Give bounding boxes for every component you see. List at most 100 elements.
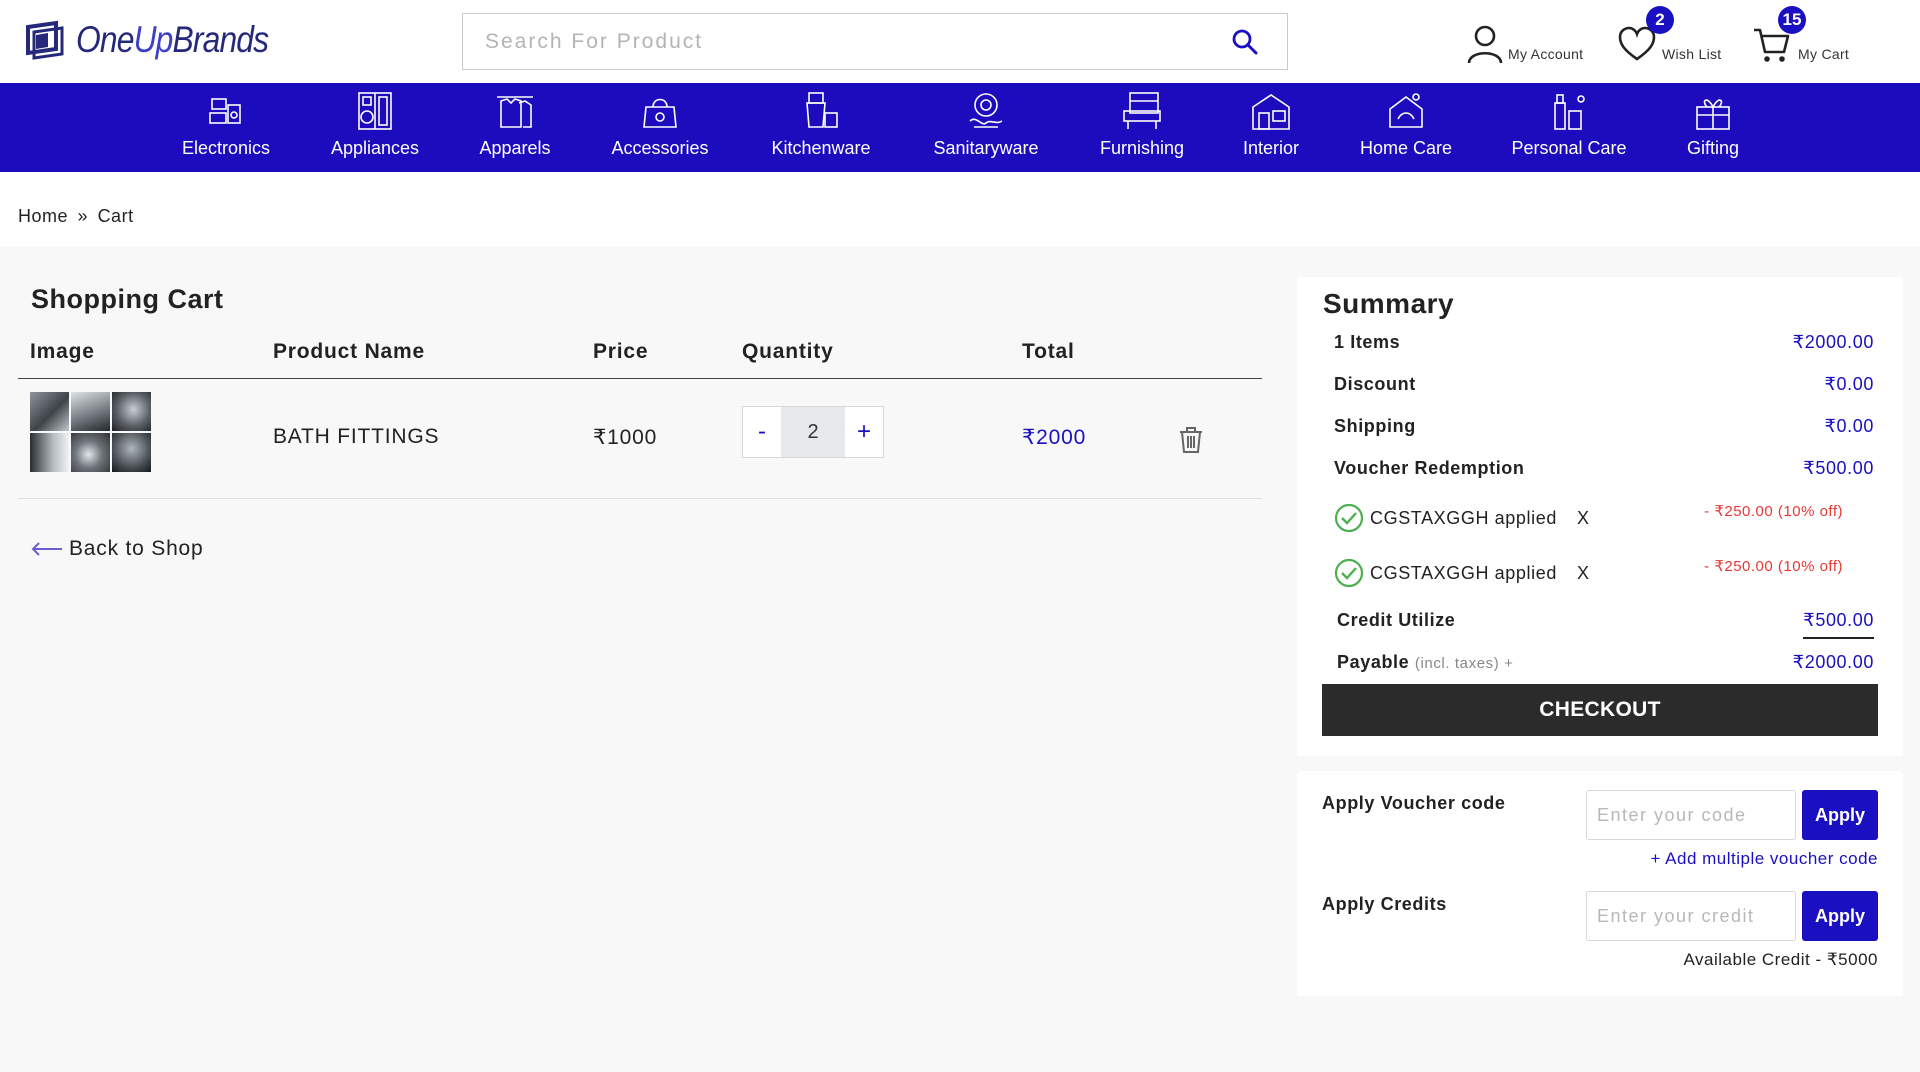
voucher-code-text: CGSTAXGGH applied bbox=[1370, 507, 1557, 528]
quantity-increase-button[interactable]: + bbox=[845, 407, 883, 457]
applied-voucher: CGSTAXGGH applied X bbox=[1334, 501, 1589, 535]
category-label: Interior bbox=[1242, 138, 1300, 158]
apply-credits-button[interactable]: Apply bbox=[1802, 891, 1878, 941]
quantity-value[interactable]: 2 bbox=[781, 407, 845, 457]
summary-shipping-label: Shipping bbox=[1334, 416, 1416, 436]
category-gifting[interactable]: Gifting bbox=[1684, 83, 1742, 172]
wishlist-label: Wish List bbox=[1662, 46, 1722, 62]
user-icon bbox=[1467, 25, 1503, 64]
arrow-left-icon bbox=[31, 542, 62, 556]
column-header-total: Total bbox=[1022, 340, 1075, 363]
summary-payable-value: ₹2000.00 bbox=[1792, 652, 1874, 672]
check-circle-icon bbox=[1334, 558, 1364, 588]
summary-items-label: 1 Items bbox=[1334, 332, 1401, 352]
search-input[interactable] bbox=[463, 14, 1223, 69]
summary-credit-value: ₹500.00 bbox=[1803, 610, 1874, 639]
cart-count-badge: 15 bbox=[1778, 6, 1806, 34]
quantity-stepper: - 2 + bbox=[742, 406, 884, 458]
wishlist-count-badge: 2 bbox=[1646, 6, 1674, 34]
my-cart-link[interactable]: 15 My Cart bbox=[1752, 6, 1850, 64]
voucher-code-text: CGSTAXGGH applied bbox=[1370, 562, 1557, 583]
remove-voucher-button[interactable]: X bbox=[1577, 563, 1589, 584]
summary-discount-label: Discount bbox=[1334, 374, 1416, 394]
voucher-code-input[interactable] bbox=[1586, 790, 1796, 840]
check-circle-icon bbox=[1334, 503, 1364, 533]
brand-logo[interactable]: OneUpBrands bbox=[22, 16, 299, 64]
category-sanitaryware[interactable]: Sanitaryware bbox=[928, 83, 1044, 172]
category-label: Electronics bbox=[181, 138, 271, 158]
credit-input[interactable] bbox=[1586, 891, 1796, 941]
payable-note: (incl. taxes) + bbox=[1414, 655, 1514, 672]
category-label: Appliances bbox=[330, 138, 420, 158]
electronics-icon bbox=[209, 98, 241, 124]
category-label: Apparels bbox=[479, 138, 551, 158]
column-header-image: Image bbox=[30, 340, 95, 363]
column-header-product: Product Name bbox=[273, 340, 425, 363]
voucher-discount-amount: - ₹250.00 (10% off) bbox=[1704, 503, 1843, 520]
applied-voucher: CGSTAXGGH applied X bbox=[1334, 556, 1589, 590]
remove-voucher-button[interactable]: X bbox=[1577, 508, 1589, 529]
product-price: ₹1000 bbox=[593, 426, 658, 449]
summary-voucher-label: Voucher Redemption bbox=[1334, 458, 1525, 478]
back-to-shop-label: Back to Shop bbox=[69, 537, 204, 560]
breadcrumb: Home » Cart bbox=[18, 206, 134, 227]
top-header: OneUpBrands My Account 2 Wish List bbox=[0, 0, 1920, 83]
checkout-button[interactable]: CHECKOUT bbox=[1322, 684, 1878, 736]
accessories-icon bbox=[643, 98, 677, 128]
category-appliances[interactable]: Appliances bbox=[324, 83, 426, 172]
category-home-care[interactable]: Home Care bbox=[1354, 83, 1458, 172]
voucher-discount-amount: - ₹250.00 (10% off) bbox=[1704, 558, 1843, 575]
product-thumbnail[interactable] bbox=[30, 392, 151, 472]
category-label: Personal Care bbox=[1511, 138, 1627, 158]
back-to-shop-link[interactable]: Back to Shop bbox=[31, 537, 204, 561]
apply-credits-label: Apply Credits bbox=[1322, 894, 1447, 914]
summary-shipping-value: ₹0.00 bbox=[1824, 416, 1874, 436]
product-name[interactable]: BATH FITTINGS bbox=[273, 425, 439, 449]
my-cart-label: My Cart bbox=[1798, 46, 1850, 62]
apply-voucher-button[interactable]: Apply bbox=[1802, 790, 1878, 840]
category-label: Sanitaryware bbox=[933, 138, 1039, 158]
trash-icon[interactable] bbox=[1178, 426, 1204, 454]
column-header-quantity: Quantity bbox=[742, 340, 834, 363]
breadcrumb-separator: » bbox=[77, 206, 89, 226]
home-care-icon bbox=[1389, 93, 1423, 128]
summary-payable-label: Payable (incl. taxes) + bbox=[1337, 652, 1514, 672]
my-account-link[interactable]: My Account bbox=[1466, 20, 1583, 64]
category-apparels[interactable]: Apparels bbox=[474, 83, 556, 172]
breadcrumb-bar: Home » Cart bbox=[0, 172, 1920, 246]
table-header-divider bbox=[18, 378, 1262, 379]
heart-icon bbox=[1618, 26, 1656, 61]
category-kitchenware[interactable]: Kitchenware bbox=[766, 83, 876, 172]
quantity-decrease-button[interactable]: - bbox=[743, 407, 781, 457]
summary-voucher-value: ₹500.00 bbox=[1803, 458, 1874, 478]
summary-items-value: ₹2000.00 bbox=[1792, 332, 1874, 352]
category-accessories[interactable]: Accessories bbox=[604, 83, 716, 172]
cart-title: Shopping Cart bbox=[31, 284, 224, 314]
apply-voucher-label: Apply Voucher code bbox=[1322, 793, 1506, 813]
apparels-icon bbox=[497, 96, 533, 128]
interior-icon bbox=[1252, 94, 1290, 130]
search-bar bbox=[462, 13, 1288, 70]
category-label: Furnishing bbox=[1099, 138, 1185, 158]
add-multiple-voucher-link[interactable]: + Add multiple voucher code bbox=[1650, 849, 1878, 869]
summary-title: Summary bbox=[1323, 288, 1455, 319]
sanitaryware-icon bbox=[969, 93, 1003, 128]
search-icon[interactable] bbox=[1231, 28, 1259, 56]
category-personal-care[interactable]: Personal Care bbox=[1508, 83, 1630, 172]
category-nav: Electronics Appliances Apparels Accessor… bbox=[0, 83, 1920, 172]
table-row-divider bbox=[18, 498, 1262, 499]
category-label: Home Care bbox=[1359, 138, 1453, 158]
category-furnishing[interactable]: Furnishing bbox=[1096, 83, 1188, 172]
logo-text: OneUpBrands bbox=[76, 19, 269, 60]
gifting-icon bbox=[1696, 99, 1730, 130]
category-label: Gifting bbox=[1686, 138, 1740, 158]
line-total: ₹2000 bbox=[1022, 426, 1087, 449]
summary-credit-label: Credit Utilize bbox=[1337, 610, 1456, 630]
breadcrumb-current: Cart bbox=[97, 206, 134, 226]
personal-care-icon bbox=[1554, 94, 1585, 130]
breadcrumb-home[interactable]: Home bbox=[18, 206, 68, 226]
category-electronics[interactable]: Electronics bbox=[178, 83, 274, 172]
column-header-price: Price bbox=[593, 340, 649, 363]
category-interior[interactable]: Interior bbox=[1238, 83, 1304, 172]
wishlist-link[interactable]: 2 Wish List bbox=[1618, 6, 1722, 64]
